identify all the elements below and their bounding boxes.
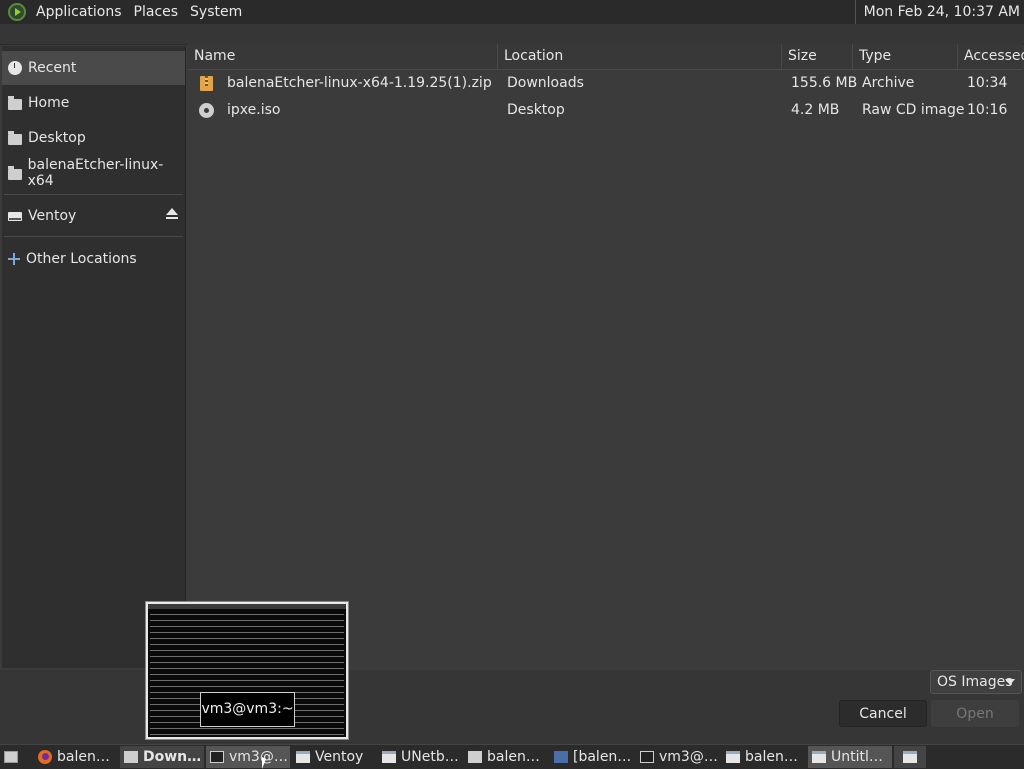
- taskbar-item-label: Untitl…: [831, 749, 883, 765]
- column-header-location[interactable]: Location: [498, 44, 782, 69]
- file-accessed: 10:16: [967, 102, 1008, 118]
- table-row[interactable]: balenaEtcher-linux-x64-1.19.25(1).zip Do…: [188, 70, 1022, 97]
- taskbar-item[interactable]: vm3@…: [206, 746, 290, 768]
- file-size: 4.2 MB: [791, 102, 840, 118]
- chevron-down-icon: [1005, 679, 1015, 685]
- taskbar-item-label: balen…: [57, 749, 110, 765]
- taskbar-item[interactable]: Ventoy: [292, 746, 376, 768]
- file-list: Name Location Size Type Accessed balenaE…: [188, 44, 1024, 670]
- file-size: 155.6 MB: [791, 75, 858, 91]
- places-menu[interactable]: Places: [128, 4, 185, 20]
- column-header-accessed[interactable]: Accessed: [958, 44, 1024, 69]
- taskbar-item[interactable]: UNetb…: [378, 746, 462, 768]
- taskbar-item-label: balen…: [745, 749, 798, 765]
- column-header-size[interactable]: Size: [782, 44, 853, 69]
- taskbar-item[interactable]: balen…: [464, 746, 548, 768]
- top-menu: Applications Places System: [30, 0, 248, 24]
- taskbar: balen… Down… vm3@… Ventoy UNetb… balen… …: [0, 744, 1024, 769]
- folder-icon: [8, 165, 22, 180]
- window-icon: [903, 751, 917, 763]
- file-location: Downloads: [507, 75, 584, 91]
- clock[interactable]: Mon Feb 24, 10:37 AM: [854, 0, 1020, 24]
- sidebar-item-label: balenaEtcher-linux-x64: [27, 157, 164, 189]
- places-sidebar: Recent Home Desktop balenaEtcher-linux-x…: [2, 46, 186, 668]
- mouse-cursor-icon: [262, 757, 266, 769]
- taskbar-item[interactable]: balen…: [722, 746, 806, 768]
- sidebar-item-other-locations[interactable]: Other Locations: [2, 242, 185, 276]
- file-type: Archive: [862, 75, 915, 91]
- desktop-folder-icon: [8, 130, 22, 145]
- terminal-icon: [640, 751, 654, 763]
- taskbar-item[interactable]: vm3@…: [636, 746, 720, 768]
- taskbar-item-label: vm3@…: [659, 749, 718, 765]
- firefox-icon: [38, 750, 52, 764]
- window-icon: [296, 751, 310, 763]
- sidebar-item-desktop[interactable]: Desktop: [2, 121, 185, 155]
- archive-icon: [200, 76, 213, 91]
- sidebar-item-home[interactable]: Home: [2, 86, 185, 120]
- file-filter-dropdown[interactable]: OS Images: [930, 670, 1022, 694]
- show-desktop-button[interactable]: [0, 746, 24, 768]
- sidebar-item-label: Home: [28, 95, 70, 111]
- table-header: Name Location Size Type Accessed: [188, 44, 1024, 70]
- sidebar-item-label: Other Locations: [26, 251, 137, 267]
- terminal-icon: [210, 751, 224, 763]
- file-type: Raw CD image: [862, 102, 965, 118]
- filter-value: OS Images: [937, 674, 1013, 690]
- file-name: ipxe.iso: [227, 102, 281, 118]
- eject-icon[interactable]: [165, 208, 179, 222]
- sidebar-item-ventoy[interactable]: Ventoy: [2, 199, 185, 233]
- applications-menu[interactable]: Applications: [30, 4, 128, 20]
- file-accessed: 10:34: [967, 75, 1008, 91]
- sidebar-item-balenaetcher[interactable]: balenaEtcher-linux-x64: [2, 156, 185, 190]
- taskbar-item[interactable]: Untitl…: [808, 746, 892, 768]
- sidebar-item-label: Desktop: [28, 130, 86, 146]
- sidebar-divider: [4, 236, 183, 237]
- taskbar-item-label: Down…: [143, 749, 202, 765]
- sidebar-item-label: Ventoy: [28, 208, 77, 224]
- file-location: Desktop: [507, 102, 565, 118]
- window-icon: [726, 751, 740, 763]
- drive-icon: [8, 211, 22, 221]
- file-name: balenaEtcher-linux-x64-1.19.25(1).zip: [227, 75, 492, 91]
- home-folder-icon: [8, 95, 22, 110]
- clock-icon: [8, 61, 22, 75]
- table-row[interactable]: ipxe.iso Desktop 4.2 MB Raw CD image 10:…: [188, 97, 1022, 124]
- taskbar-item-label: Ventoy: [315, 749, 364, 765]
- taskbar-item-label: balen…: [487, 749, 540, 765]
- disc-icon: [199, 103, 214, 118]
- column-header-type[interactable]: Type: [853, 44, 958, 69]
- taskbar-item-label: [balen…: [573, 749, 632, 765]
- sidebar-divider: [4, 194, 183, 195]
- system-menu[interactable]: System: [184, 4, 248, 20]
- taskbar-item[interactable]: [894, 746, 926, 768]
- dialog-header: [0, 24, 1024, 45]
- taskbar-item[interactable]: Down…: [120, 746, 204, 768]
- terminal-menubar: [148, 604, 346, 609]
- column-header-name[interactable]: Name: [188, 44, 498, 69]
- taskbar-item[interactable]: [balen…: [550, 746, 634, 768]
- taskbar-item-label: vm3@…: [229, 749, 288, 765]
- cancel-button[interactable]: Cancel: [839, 700, 927, 727]
- window-icon: [812, 751, 826, 763]
- top-panel: Applications Places System Mon Feb 24, 1…: [0, 0, 1024, 24]
- window-icon: [382, 751, 396, 763]
- show-desktop-icon: [4, 751, 18, 763]
- sidebar-item-label: Recent: [28, 60, 77, 76]
- app-icon: [554, 751, 568, 763]
- taskbar-item-label: UNetb…: [401, 749, 459, 765]
- sidebar-item-recent[interactable]: Recent: [2, 51, 185, 85]
- window-preview-tooltip: vm3@vm3:~: [200, 692, 295, 727]
- plus-icon: [8, 253, 20, 265]
- folder-icon: [124, 751, 138, 763]
- open-button[interactable]: Open: [931, 700, 1019, 727]
- distro-logo-icon[interactable]: [8, 3, 26, 21]
- taskbar-item[interactable]: balen…: [34, 746, 116, 768]
- folder-icon: [468, 751, 482, 763]
